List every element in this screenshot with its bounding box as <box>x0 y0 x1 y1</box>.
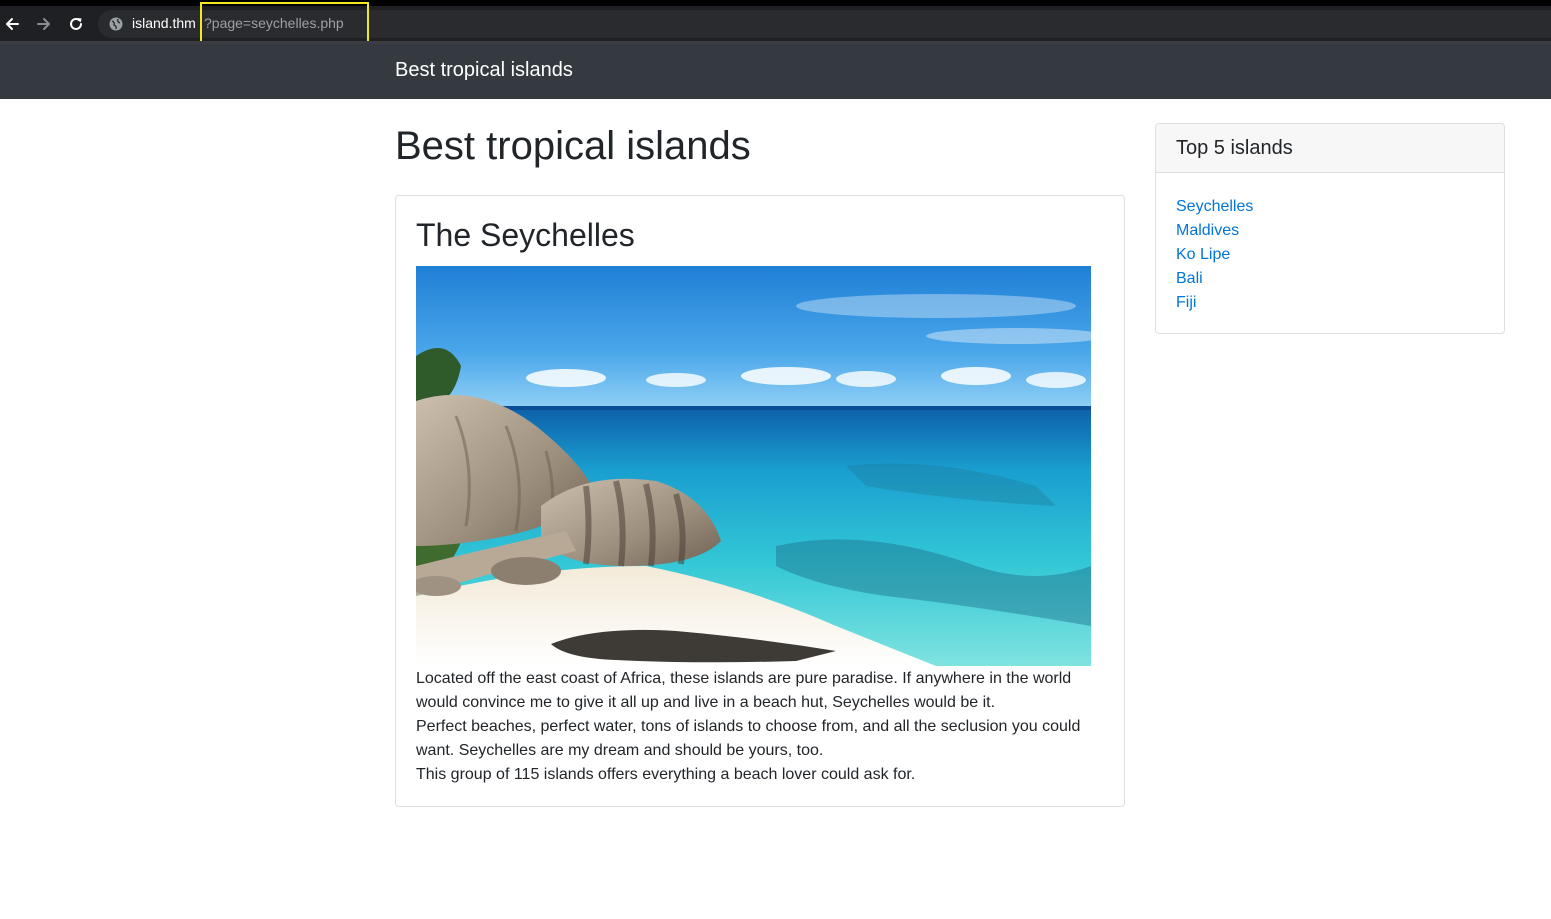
back-button[interactable] <box>1 13 23 35</box>
arrow-right-icon <box>37 18 50 30</box>
list-item: Maldives <box>1176 219 1253 243</box>
article-paragraph-1: Located off the east coast of Africa, th… <box>416 670 1072 711</box>
link-fiji[interactable]: Fiji <box>1176 294 1196 311</box>
page-title: Best tropical islands <box>395 124 751 168</box>
site-navbar: Best tropical islands <box>0 44 1551 99</box>
sidebar-card: Top 5 islands Seychelles Maldives Ko Lip… <box>1155 123 1505 334</box>
seychelles-beach-image <box>416 266 1091 666</box>
url-host: island.thm <box>132 15 196 31</box>
article-paragraph-2: Perfect beaches, perfect water, tons of … <box>416 718 1081 759</box>
article-paragraph-3: This group of 115 islands offers everyth… <box>416 766 916 783</box>
island-link-list: Seychelles Maldives Ko Lipe Bali Fiji <box>1176 195 1253 315</box>
reload-button[interactable] <box>65 13 87 35</box>
list-item: Ko Lipe <box>1176 243 1253 267</box>
forward-button[interactable] <box>33 13 55 35</box>
url-highlight-box <box>200 2 369 45</box>
link-maldives[interactable]: Maldives <box>1176 222 1239 239</box>
navbar-brand[interactable]: Best tropical islands <box>395 59 573 82</box>
link-ko-lipe[interactable]: Ko Lipe <box>1176 246 1230 263</box>
link-seychelles[interactable]: Seychelles <box>1176 198 1253 215</box>
list-item: Fiji <box>1176 291 1253 315</box>
sidebar-title: Top 5 islands <box>1176 137 1293 159</box>
beach-illustration <box>416 266 1091 666</box>
reload-icon <box>70 17 82 30</box>
article-body: Located off the east coast of Africa, th… <box>416 667 1111 787</box>
globe-icon <box>109 17 123 31</box>
arrow-left-icon <box>6 18 19 30</box>
sidebar-header: Top 5 islands <box>1156 124 1504 173</box>
link-bali[interactable]: Bali <box>1176 270 1203 287</box>
article-card: The Seychelles Located off the east coas… <box>395 195 1125 807</box>
list-item: Seychelles <box>1176 195 1253 219</box>
article-title: The Seychelles <box>416 217 635 253</box>
list-item: Bali <box>1176 267 1253 291</box>
